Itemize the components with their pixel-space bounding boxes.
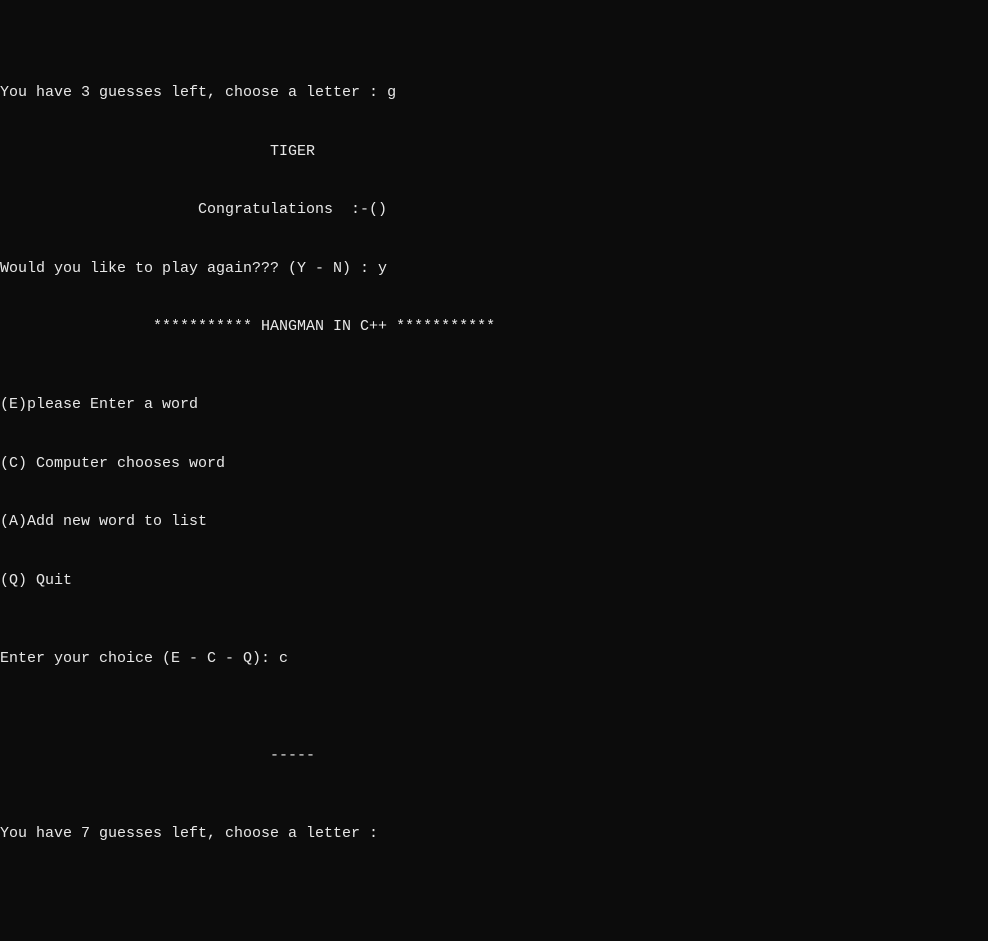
congratulations-line: Congratulations :-() (0, 200, 988, 220)
guesses-left-line: You have 3 guesses left, choose a letter… (0, 83, 988, 103)
menu-option-computer-chooses: (C) Computer chooses word (0, 454, 988, 474)
menu-option-quit: (Q) Quit (0, 571, 988, 591)
play-again-prompt[interactable]: Would you like to play again??? (Y - N) … (0, 259, 988, 279)
menu-option-enter-word: (E)please Enter a word (0, 395, 988, 415)
menu-option-add-word: (A)Add new word to list (0, 512, 988, 532)
game-title: *********** HANGMAN IN C++ *********** (0, 317, 988, 337)
choice-prompt[interactable]: Enter your choice (E - C - Q): c (0, 649, 988, 669)
revealed-word: TIGER (0, 142, 988, 162)
guesses-left-prompt[interactable]: You have 7 guesses left, choose a letter… (0, 824, 988, 844)
word-blanks: ----- (0, 746, 988, 766)
